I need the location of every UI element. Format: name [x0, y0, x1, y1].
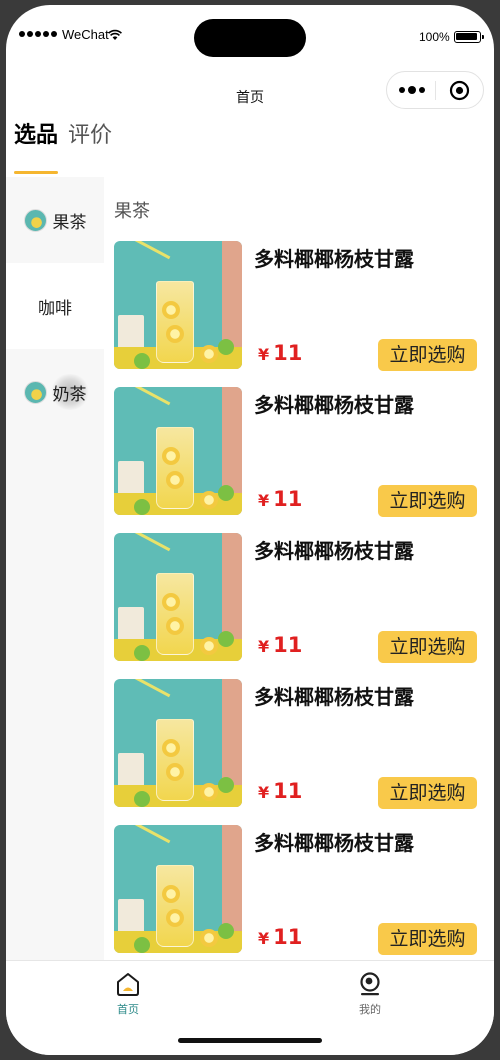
currency-symbol: ¥ [258, 637, 270, 656]
buy-now-button[interactable]: 立即选购 [378, 339, 477, 371]
fruit-tea-thumbnail [23, 208, 47, 232]
capsule-divider [435, 81, 436, 100]
product-image[interactable] [114, 241, 242, 369]
product-name: 多料椰椰杨枝甘露 [254, 831, 414, 855]
top-tabs: 选品 评价 [14, 121, 112, 174]
close-target-icon[interactable] [449, 80, 470, 101]
sidebar-item-label: 咖啡 [38, 298, 72, 319]
price-value: 11 [273, 341, 303, 365]
product-price: ¥11 [258, 925, 302, 949]
price-value: 11 [273, 633, 303, 657]
milk-tea-thumbnail [23, 380, 47, 404]
product-image[interactable] [114, 387, 242, 515]
battery-percentage: 100% [419, 30, 450, 44]
tabbar-mine-label: 我的 [359, 1003, 381, 1016]
product-image[interactable] [114, 679, 242, 807]
product-card[interactable]: 多料椰椰杨枝甘露 ¥11 立即选购 [114, 241, 486, 371]
navigation-bar: 首页 [6, 67, 494, 119]
product-card[interactable]: 多料椰椰杨枝甘露 ¥11 立即选购 [114, 533, 486, 663]
carrier-label: WeChat [62, 27, 109, 42]
camera-notch [194, 19, 306, 57]
product-card[interactable]: 多料椰椰杨枝甘露 ¥11 立即选购 [114, 825, 486, 955]
buy-now-button[interactable]: 立即选购 [378, 485, 477, 517]
currency-symbol: ¥ [258, 345, 270, 364]
price-value: 11 [273, 487, 303, 511]
category-sidebar: 果茶 咖啡 奶茶 [6, 177, 104, 960]
tab-reviews-label: 评价 [68, 123, 113, 148]
signal-icon [19, 31, 57, 37]
buy-now-button[interactable]: 立即选购 [378, 777, 477, 809]
menu-capsule [386, 71, 484, 109]
product-card[interactable]: 多料椰椰杨枝甘露 ¥11 立即选购 [114, 387, 486, 517]
status-bar: WeChat 100% [6, 5, 494, 67]
sidebar-item-label: 果茶 [52, 212, 87, 233]
sidebar-item-fruit-tea[interactable]: 果茶 [6, 177, 104, 263]
sidebar-item-milk-tea[interactable]: 奶茶 [6, 349, 104, 435]
product-card[interactable]: 多料椰椰杨枝甘露 ¥11 立即选购 [114, 679, 486, 809]
product-price: ¥11 [258, 779, 302, 803]
product-name: 多料椰椰杨枝甘露 [254, 539, 414, 563]
product-name: 多料椰椰杨枝甘露 [254, 685, 414, 709]
sidebar-item-label: 奶茶 [52, 384, 87, 405]
wifi-icon [108, 29, 122, 40]
battery-icon [454, 31, 484, 43]
price-value: 11 [273, 925, 303, 949]
product-price: ¥11 [258, 341, 302, 365]
phone-frame: WeChat 100% 首页 选品 评价 果茶 咖啡 奶茶 果茶 多料椰椰杨枝甘… [6, 5, 494, 1055]
more-icon[interactable] [399, 84, 425, 96]
home-indicator [178, 1038, 322, 1043]
currency-symbol: ¥ [258, 929, 270, 948]
home-icon [117, 973, 139, 996]
sidebar-item-coffee[interactable]: 咖啡 [6, 263, 104, 349]
tab-active-underline [14, 171, 58, 174]
tab-selection-label: 选品 [14, 123, 59, 148]
product-price: ¥11 [258, 633, 302, 657]
tab-selection[interactable]: 选品 [14, 121, 59, 174]
currency-symbol: ¥ [258, 783, 270, 802]
product-name: 多料椰椰杨枝甘露 [254, 393, 414, 417]
section-title: 果茶 [114, 201, 150, 222]
buy-now-button[interactable]: 立即选购 [378, 631, 477, 663]
tabbar-home-label: 首页 [117, 1003, 139, 1016]
buy-now-button[interactable]: 立即选购 [378, 923, 477, 955]
tabbar-item-mine[interactable]: 我的 [340, 971, 400, 1017]
tabbar-item-home[interactable]: 首页 [98, 971, 158, 1017]
price-value: 11 [273, 779, 303, 803]
product-image[interactable] [114, 533, 242, 661]
currency-symbol: ¥ [258, 491, 270, 510]
product-image[interactable] [114, 825, 242, 953]
tab-reviews[interactable]: 评价 [68, 121, 112, 167]
product-price: ¥11 [258, 487, 302, 511]
profile-icon [360, 972, 380, 996]
product-name: 多料椰椰杨枝甘露 [254, 247, 414, 271]
